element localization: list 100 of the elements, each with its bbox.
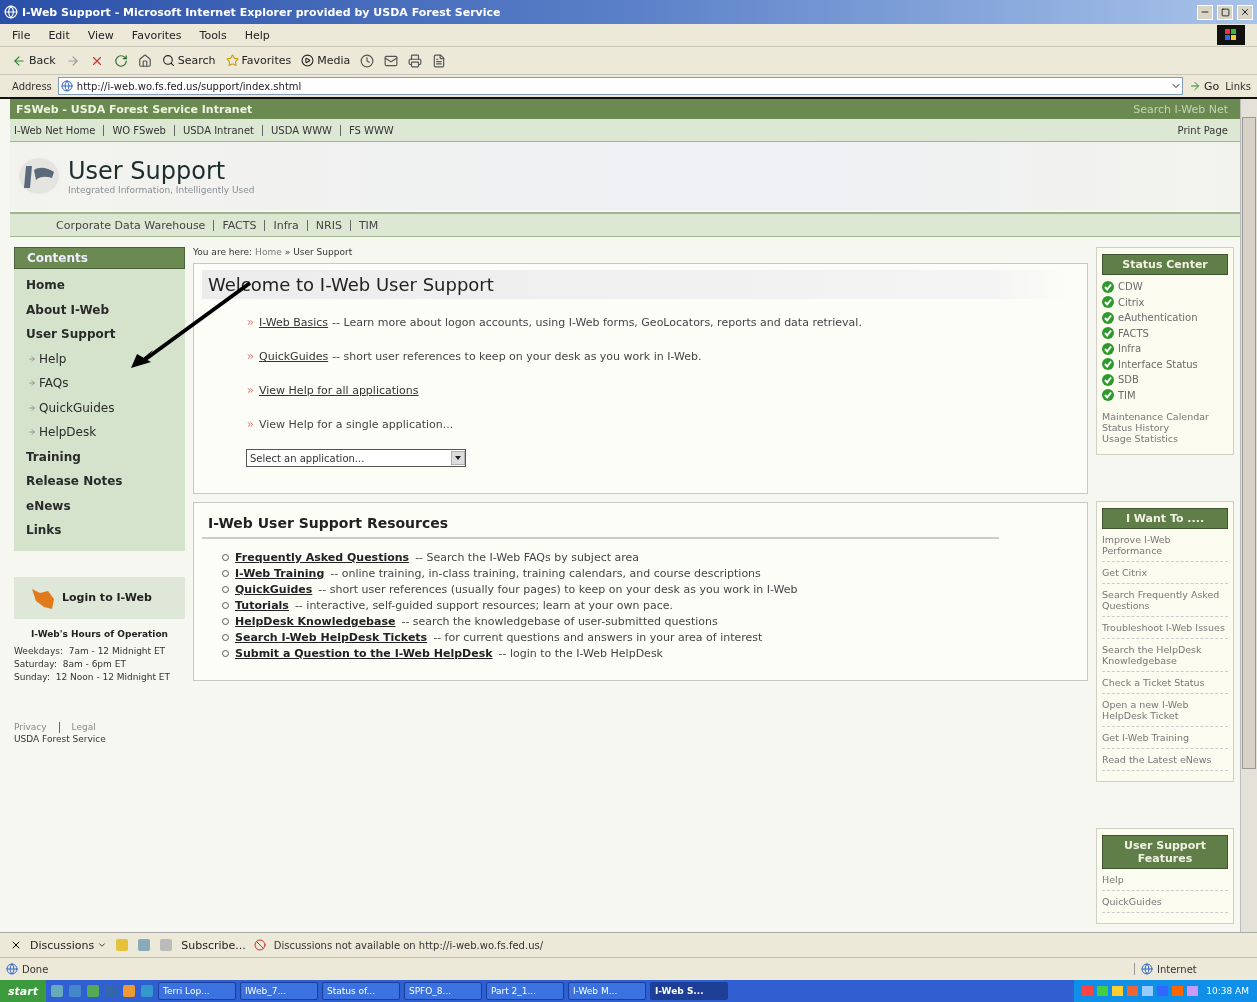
- nav-link[interactable]: WO FSweb: [112, 124, 166, 136]
- menu-link[interactable]: About I-Web: [14, 297, 185, 322]
- resource-description: -- interactive, self-guided support resources; learn at your own pace.: [294, 599, 674, 612]
- close-button[interactable]: [1237, 4, 1253, 20]
- menu-item[interactable]: Tools: [199, 28, 227, 42]
- forward-icon[interactable]: [65, 53, 80, 68]
- nav-link[interactable]: USDA Intranet: [182, 124, 255, 136]
- service-link[interactable]: Infra: [1118, 343, 1142, 355]
- app-link[interactable]: FACTS: [222, 218, 257, 232]
- taskbar-button[interactable]: Status of...: [321, 982, 400, 1000]
- resource-link[interactable]: QuickGuides: [235, 583, 313, 596]
- quick-launch-icon[interactable]: [121, 984, 136, 998]
- feature-link[interactable]: Help: [1102, 869, 1228, 891]
- menu-link[interactable]: Training: [14, 444, 185, 469]
- app-link[interactable]: NRIS: [315, 218, 342, 232]
- home-icon[interactable]: [137, 53, 152, 68]
- menu-link[interactable]: Release Notes: [14, 469, 185, 494]
- menu-item[interactable]: Edit: [48, 28, 70, 42]
- edit-icon[interactable]: [432, 53, 447, 68]
- back-button[interactable]: Back: [12, 53, 56, 68]
- submenu-link[interactable]: Help: [14, 346, 185, 371]
- taskbar-button[interactable]: IWeb_7...: [239, 982, 318, 1000]
- tagline: Integrated Information, Intelligently Used: [68, 185, 255, 195]
- discussions-button[interactable]: Discussions: [30, 938, 108, 952]
- task-link[interactable]: Read the Latest eNews: [1102, 749, 1228, 771]
- favorites-button[interactable]: Favorites: [225, 54, 292, 67]
- taskbar-button[interactable]: Part 2_1...: [485, 982, 564, 1000]
- task-link[interactable]: Get I-Web Training: [1102, 727, 1228, 749]
- history-icon[interactable]: [360, 53, 375, 68]
- clock: 10:38 AM: [1206, 986, 1249, 996]
- taskbar-button[interactable]: I-Web S...: [649, 982, 728, 1000]
- task-link[interactable]: Search the HelpDesk Knowledgebase: [1102, 639, 1228, 672]
- print-link[interactable]: Print Page: [1177, 124, 1228, 136]
- application-select[interactable]: Select an application...: [246, 449, 466, 467]
- submenu-link[interactable]: HelpDesk: [14, 420, 185, 445]
- menu-item[interactable]: Favorites: [131, 28, 182, 42]
- minimize-button[interactable]: [1197, 4, 1213, 20]
- menu-item[interactable]: View: [87, 28, 114, 42]
- service-link[interactable]: Citrix: [1118, 296, 1145, 308]
- resource-link[interactable]: HelpDesk Knowledgebase: [235, 615, 396, 628]
- taskbar-button[interactable]: SPFO_8...: [403, 982, 482, 1000]
- footer-link[interactable]: Privacy: [14, 721, 47, 733]
- menu-link[interactable]: eNews: [14, 493, 185, 518]
- media-button[interactable]: Media: [301, 54, 351, 67]
- links-label[interactable]: Links: [1225, 80, 1251, 92]
- maximize-button[interactable]: [1217, 4, 1233, 20]
- footer-link[interactable]: Legal: [71, 721, 96, 733]
- print-icon[interactable]: [408, 53, 423, 68]
- nav-link[interactable]: FS WWW: [348, 124, 394, 136]
- service-link[interactable]: Interface Status: [1118, 358, 1198, 370]
- address-field[interactable]: http://i-web.wo.fs.fed.us/support/index.shtml: [57, 77, 1184, 95]
- menu-item[interactable]: File: [12, 28, 31, 42]
- feature-link[interactable]: QuickGuides: [1102, 891, 1228, 913]
- submenu-link[interactable]: FAQs: [14, 371, 185, 396]
- app-link[interactable]: TIM: [358, 218, 379, 232]
- windows-logo-icon: [1217, 25, 1245, 45]
- menu-link[interactable]: User Support: [14, 322, 185, 347]
- breadcrumb-link[interactable]: Home: [255, 247, 282, 257]
- subscribe-button[interactable]: Subscribe...: [181, 938, 246, 952]
- task-link[interactable]: Search Frequently Asked Questions: [1102, 584, 1228, 617]
- login-link[interactable]: Login to I-Web: [62, 591, 152, 604]
- scrollbar[interactable]: [1240, 99, 1257, 932]
- service-link[interactable]: CDW: [1118, 281, 1143, 293]
- menu-link[interactable]: Home: [14, 273, 185, 298]
- task-link[interactable]: Get Citrix: [1102, 562, 1228, 584]
- task-link[interactable]: Check a Ticket Status: [1102, 672, 1228, 694]
- taskbar-button[interactable]: Terri Lop...: [157, 982, 236, 1000]
- quick-launch-icon[interactable]: [49, 984, 64, 998]
- start-button[interactable]: start: [0, 980, 46, 1002]
- submenu-link[interactable]: QuickGuides: [14, 395, 185, 420]
- app-link[interactable]: Infra: [273, 218, 299, 232]
- resource-link[interactable]: Tutorials: [235, 599, 289, 612]
- task-link[interactable]: Improve I-Web Performance: [1102, 529, 1228, 562]
- go-button[interactable]: Go: [1189, 79, 1220, 93]
- resource-link[interactable]: Submit a Question to the I-Web HelpDesk: [235, 647, 493, 660]
- taskbar-button[interactable]: I-Web M...: [567, 982, 646, 1000]
- task-link[interactable]: Open a new I-Web HelpDesk Ticket: [1102, 694, 1228, 727]
- nav-link[interactable]: USDA WWW: [271, 124, 332, 136]
- service-link[interactable]: TIM: [1118, 389, 1136, 401]
- nav-link[interactable]: I-Web Net Home: [14, 124, 96, 136]
- status-link[interactable]: Status History: [1102, 422, 1228, 433]
- resource-link[interactable]: I-Web Training: [235, 567, 325, 580]
- welcome-link[interactable]: I-Web Basics: [259, 316, 329, 329]
- service-link[interactable]: eAuthentication: [1118, 312, 1198, 324]
- status-link[interactable]: Maintenance Calendar: [1102, 411, 1228, 422]
- resource-link[interactable]: Frequently Asked Questions: [235, 551, 410, 564]
- search-button[interactable]: Search: [161, 54, 216, 67]
- close-icon[interactable]: [10, 939, 22, 951]
- menu-item[interactable]: Help: [244, 28, 270, 42]
- mail-icon[interactable]: [384, 53, 399, 68]
- refresh-icon[interactable]: [113, 53, 128, 68]
- welcome-link[interactable]: QuickGuides: [259, 350, 329, 363]
- service-link[interactable]: FACTS: [1118, 327, 1149, 339]
- status-link[interactable]: Usage Statistics: [1102, 433, 1228, 444]
- resource-link[interactable]: Search I-Web HelpDesk Tickets: [235, 631, 428, 644]
- menu-link[interactable]: Links: [14, 518, 185, 543]
- welcome-link[interactable]: View Help for all applications: [259, 384, 419, 397]
- task-link[interactable]: Troubleshoot I-Web Issues: [1102, 617, 1228, 639]
- app-link[interactable]: Corporate Data Warehouse: [56, 218, 206, 232]
- service-link[interactable]: SDB: [1118, 374, 1139, 386]
